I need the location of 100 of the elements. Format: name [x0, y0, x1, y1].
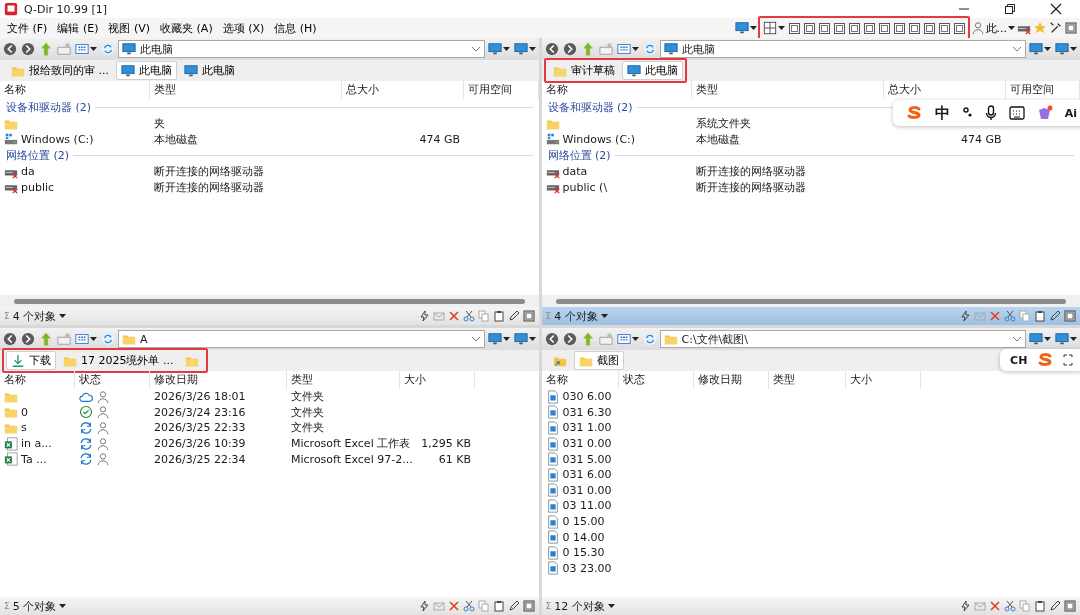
refresh-button[interactable] [641, 330, 658, 348]
input-mode-label[interactable]: CH [1010, 353, 1028, 367]
column-header[interactable]: 名称 [0, 371, 75, 389]
column-header[interactable]: 名称 [541, 81, 692, 99]
column-header[interactable]: 总大小 [342, 81, 464, 99]
column-header[interactable]: 类型 [150, 81, 342, 99]
forward-button[interactable] [20, 40, 36, 58]
folder-tab[interactable]: 此电脑 [621, 61, 683, 80]
address-field[interactable]: C:\文件\截图\ [659, 330, 1026, 348]
forward-button[interactable] [561, 330, 578, 348]
skin-icon[interactable] [1036, 105, 1053, 121]
pane-close-icon[interactable] [1064, 310, 1076, 322]
menu-item[interactable]: 信息 (H) [269, 19, 322, 37]
refresh-button[interactable] [641, 40, 658, 58]
pencil-icon[interactable] [1049, 310, 1061, 322]
column-header[interactable]: 大小 [845, 371, 921, 389]
horizontal-scrollbar[interactable] [541, 295, 1080, 307]
folder-tab[interactable]: 此电脑 [116, 61, 177, 80]
image-file-icon [545, 545, 560, 560]
delete-icon[interactable] [989, 600, 1001, 612]
column-header[interactable]: 名称 [0, 81, 150, 99]
more-button[interactable]: 此... [969, 19, 1016, 37]
pencil-icon[interactable] [507, 310, 520, 322]
folder-tab[interactable]: 此电脑 [179, 61, 240, 80]
refresh-button[interactable] [100, 330, 116, 348]
menu-item[interactable]: 收藏夹 (A) [155, 19, 218, 37]
input-mode-label[interactable]: Ai [1064, 106, 1078, 120]
back-button[interactable] [543, 330, 560, 348]
column-header[interactable]: 可用空间 [464, 81, 539, 99]
scissors-icon[interactable] [1004, 600, 1016, 612]
pane-close-icon[interactable] [522, 310, 535, 322]
layout-menu-button[interactable] [761, 19, 786, 37]
image-file-icon [545, 452, 560, 467]
clipboard-icon[interactable] [1034, 600, 1046, 612]
column-header[interactable]: 修改日期 [150, 371, 287, 389]
horizontal-scrollbar[interactable] [0, 295, 539, 307]
file-type: 本地磁盘 [695, 131, 740, 147]
clipboard-icon[interactable] [492, 600, 505, 612]
column-header[interactable]: 可用空间 [1005, 81, 1080, 99]
new-folder-icon [598, 42, 613, 56]
file-type: 断开连接的网络驱动器 [154, 179, 264, 195]
monitor-icon [513, 42, 528, 56]
address-field[interactable]: 此电脑 [659, 40, 1026, 58]
address-field[interactable]: 此电脑 [118, 40, 485, 58]
clipboard-icon[interactable] [1034, 310, 1046, 322]
back-button[interactable] [2, 40, 18, 58]
expand-icon[interactable] [1061, 353, 1074, 367]
pane-close-icon[interactable] [522, 600, 535, 612]
person-icon [96, 452, 110, 467]
back-icon [544, 332, 559, 346]
column-header[interactable]: 状态 [618, 371, 694, 389]
menu-item[interactable]: 文件 (F) [2, 19, 53, 37]
person-icon [96, 389, 110, 404]
scissors-icon[interactable] [462, 600, 475, 612]
menu-item[interactable]: 选项 (X) [217, 19, 270, 37]
forward-button[interactable] [20, 330, 36, 348]
clipboard-icon[interactable] [492, 310, 505, 322]
folder-tab[interactable]: 报给致同的审 ... [6, 61, 114, 80]
scissors-icon[interactable] [1004, 310, 1016, 322]
column-header[interactable]: 状态 [75, 371, 150, 389]
image-file-icon [545, 436, 560, 451]
pane-close-icon[interactable] [1064, 600, 1076, 612]
column-header[interactable]: 名称 [541, 371, 619, 389]
back-button[interactable] [543, 40, 560, 58]
delete-icon[interactable] [447, 310, 460, 322]
forward-button[interactable] [561, 40, 578, 58]
four-pane-icon[interactable] [762, 21, 777, 35]
folder-tab[interactable]: 17 2025境外单 ... [58, 351, 179, 370]
back-button[interactable] [2, 330, 18, 348]
modified-date: 2026/3/25 22:33 [154, 421, 246, 435]
check-circle-icon [79, 405, 93, 420]
pencil-icon[interactable] [1049, 600, 1061, 612]
window-title: Q-Dir 10.99 [1] [24, 2, 109, 16]
column-header[interactable]: 类型 [287, 371, 400, 389]
lightning-icon[interactable] [960, 600, 971, 612]
folder-tab[interactable]: 下载 [6, 351, 56, 370]
delete-icon[interactable] [447, 600, 460, 612]
column-header[interactable]: 类型 [768, 371, 846, 389]
pencil-icon[interactable] [507, 600, 520, 612]
input-mode-label[interactable]: 中 [934, 103, 950, 123]
column-header[interactable]: 大小 [400, 371, 475, 389]
lightning-icon[interactable] [960, 310, 971, 322]
keyboard-icon[interactable] [1009, 106, 1026, 120]
refresh-icon [101, 42, 115, 56]
folder-tab[interactable]: 审计草稿 [547, 61, 620, 80]
column-header[interactable]: 总大小 [883, 81, 1006, 99]
column-header[interactable]: 类型 [691, 81, 884, 99]
folder-tab[interactable]: 截图 [573, 351, 624, 370]
menu-item[interactable]: 编辑 (E) [52, 19, 104, 37]
scissors-icon[interactable] [462, 310, 475, 322]
delete-icon[interactable] [989, 310, 1001, 322]
column-header[interactable]: 修改日期 [693, 371, 769, 389]
lightning-icon[interactable] [418, 310, 430, 322]
refresh-button[interactable] [100, 40, 116, 58]
menu-item[interactable]: 视图 (V) [103, 19, 156, 37]
monitor-icon [1055, 332, 1069, 346]
file-type: 文件夹 [291, 389, 324, 405]
lightning-icon[interactable] [418, 600, 430, 612]
microphone-icon[interactable] [985, 105, 998, 121]
address-field[interactable]: A [118, 330, 485, 348]
